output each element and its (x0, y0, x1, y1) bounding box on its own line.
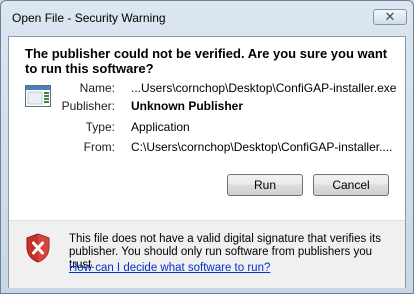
dialog-body: The publisher could not be verified. Are… (8, 36, 406, 288)
type-label: Type: (85, 120, 115, 134)
publisher-row: Publisher: Unknown Publisher (9, 99, 405, 114)
security-warning-dialog: Open File - Security Warning ✕ The publi… (0, 0, 414, 294)
warning-footer: This file does not have a valid digital … (9, 220, 405, 288)
name-label: Name: (79, 81, 115, 95)
close-button[interactable]: ✕ (373, 9, 407, 25)
run-button[interactable]: Run (227, 174, 303, 196)
help-link[interactable]: How can I decide what software to run? (69, 262, 270, 274)
from-label: From: (83, 140, 115, 154)
publisher-label: Publisher: (61, 99, 115, 113)
security-shield-icon (26, 233, 50, 263)
from-value: C:\Users\cornchop\Desktop\ConfiGAP-insta… (131, 140, 393, 154)
window-title: Open File - Security Warning (12, 11, 166, 25)
cancel-button[interactable]: Cancel (313, 174, 389, 196)
name-value: ...Users\cornchop\Desktop\ConfiGAP-insta… (131, 81, 397, 95)
type-row: Type: Application (9, 120, 405, 135)
type-value: Application (131, 120, 190, 134)
name-row: Name: ...Users\cornchop\Desktop\ConfiGAP… (9, 81, 405, 96)
publisher-value: Unknown Publisher (131, 99, 244, 113)
from-row: From: C:\Users\cornchop\Desktop\ConfiGAP… (9, 140, 405, 155)
title-bar[interactable]: Open File - Security Warning ✕ (1, 1, 413, 35)
close-icon: ✕ (384, 9, 396, 24)
warning-heading: The publisher could not be verified. Are… (25, 46, 388, 76)
